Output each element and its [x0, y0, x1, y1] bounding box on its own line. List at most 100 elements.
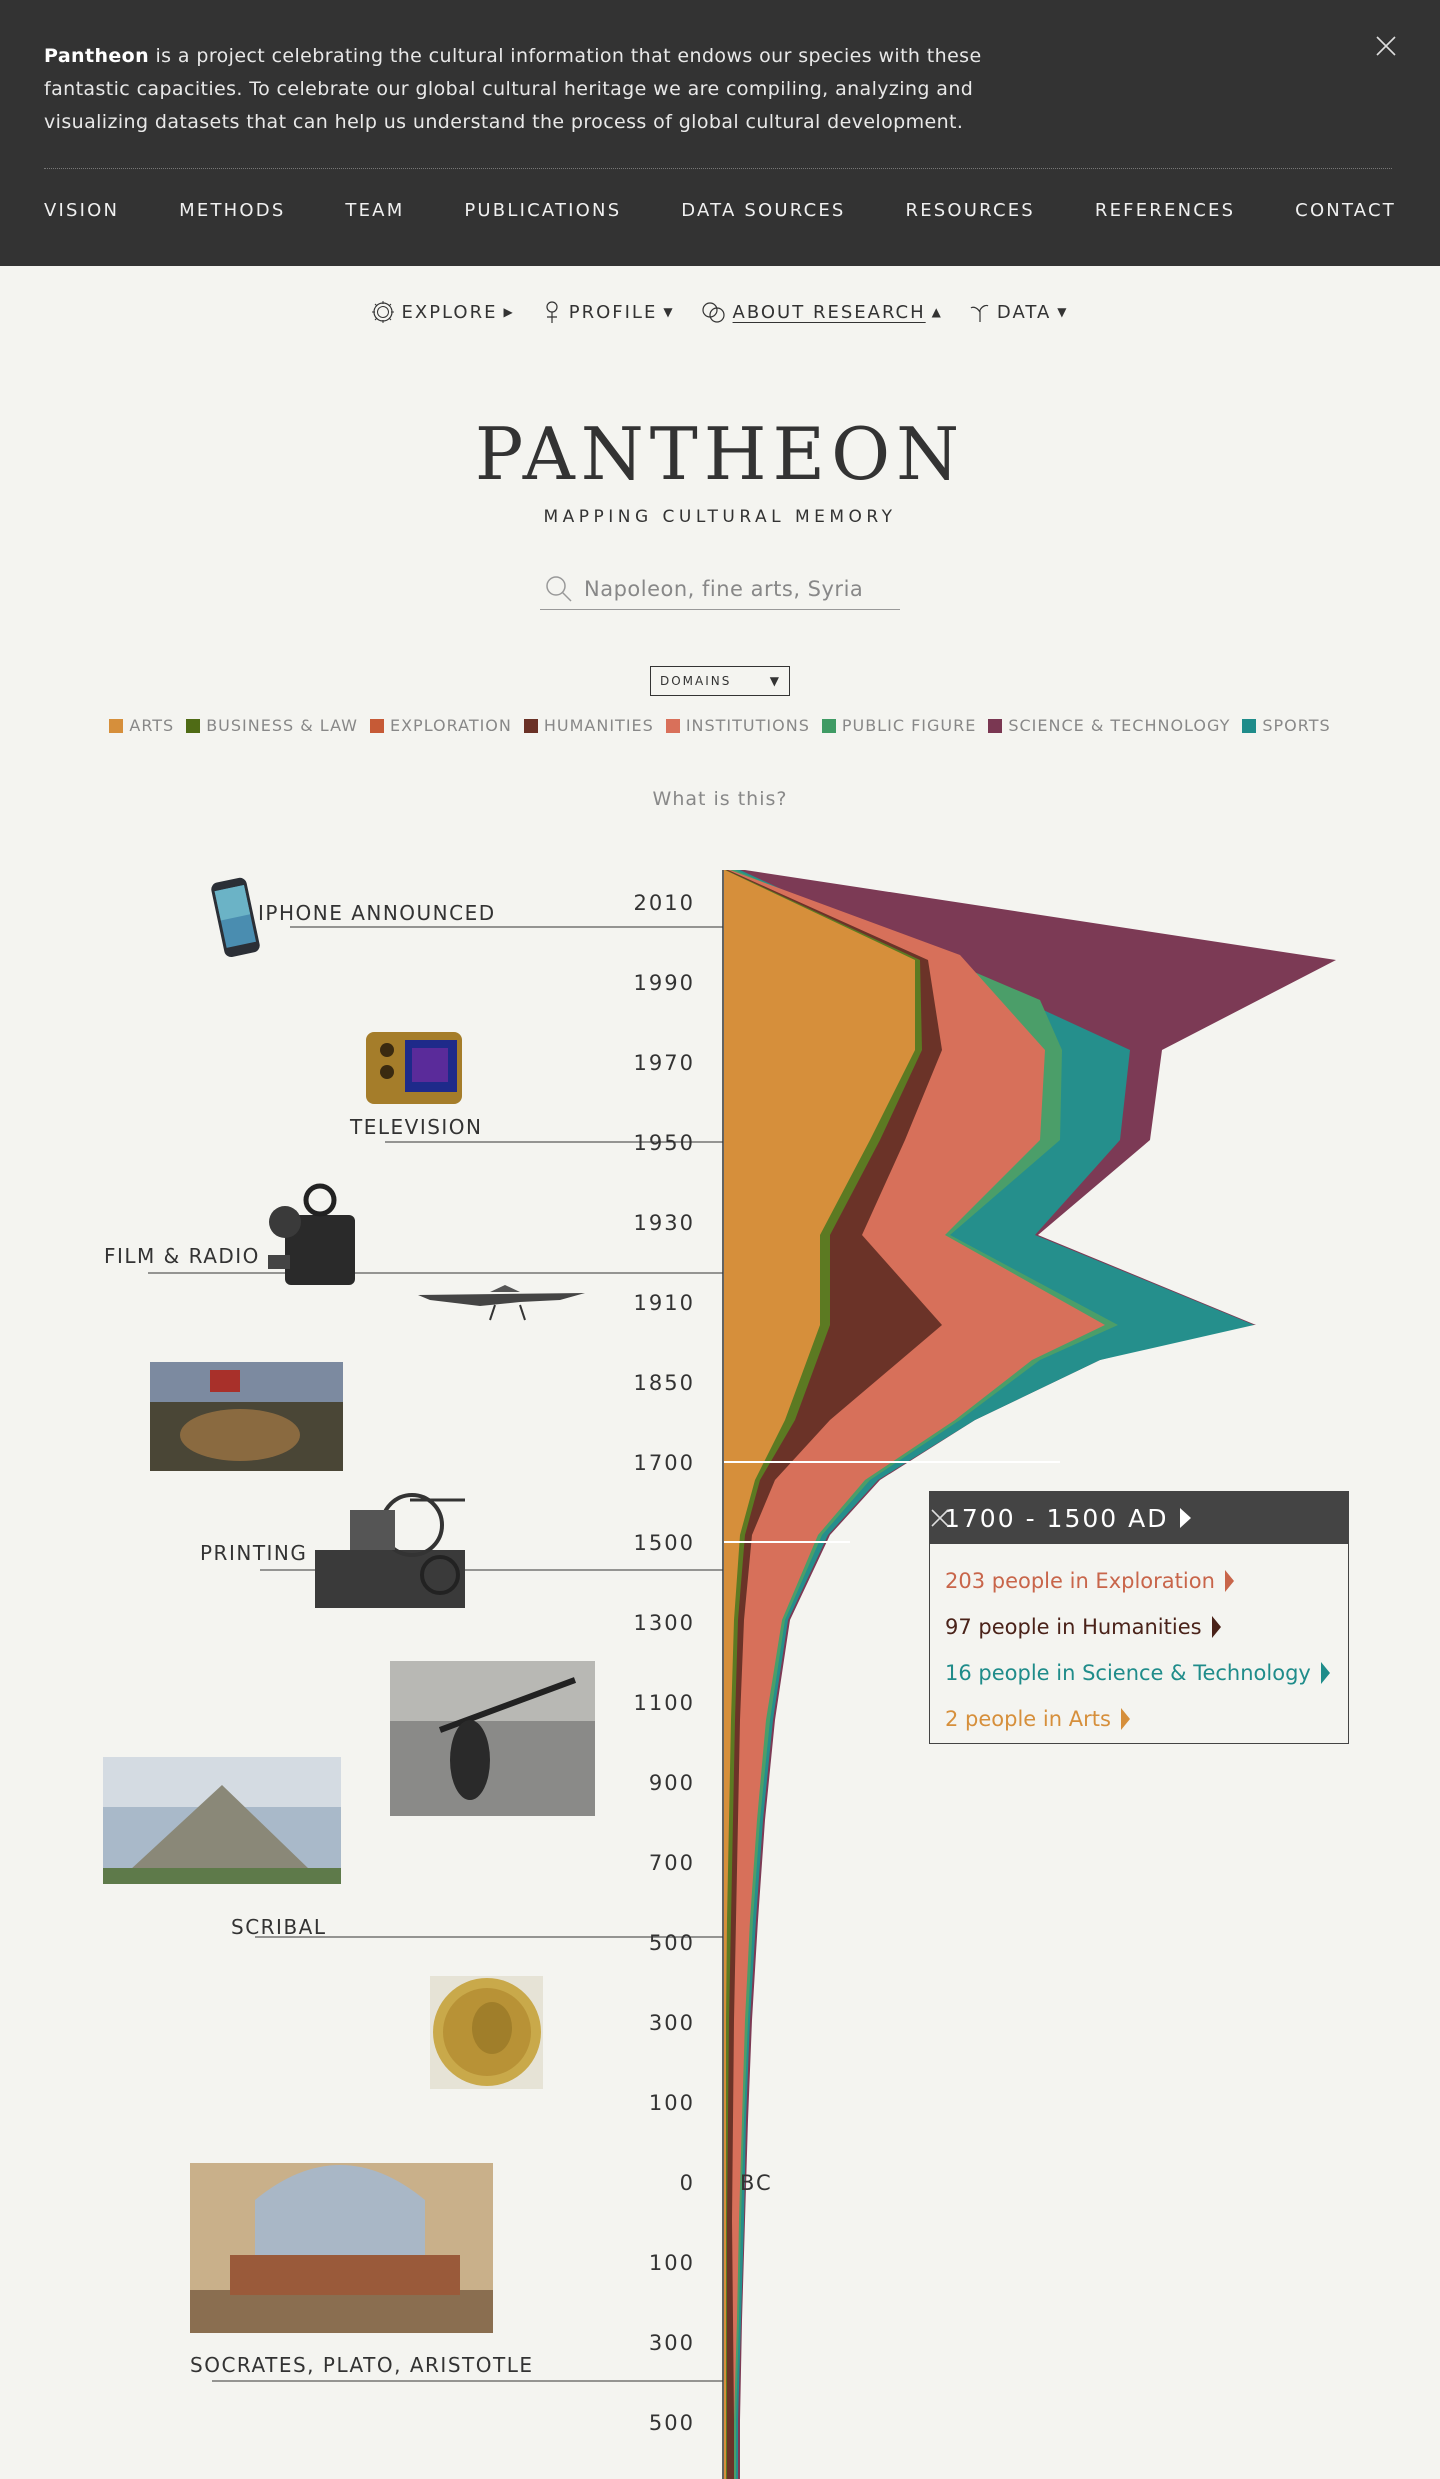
main-menu: EXPLORE ▶ PROFILE ▼ ABOUT RESEARCH ▲ DAT… [0, 300, 1440, 324]
menu-about-research[interactable]: ABOUT RESEARCH ▲ [701, 300, 943, 324]
compass-icon [372, 301, 395, 323]
banner-intro-text: is a project celebrating the cultural in… [44, 45, 982, 133]
tooltip-item-humanities[interactable]: 97 people in Humanities [945, 1604, 1348, 1650]
banner-nav: VISION METHODS TEAM PUBLICATIONS DATA SO… [44, 200, 1396, 221]
search-input[interactable] [584, 576, 884, 601]
tooltip-item-label: 203 people in Exploration [945, 1569, 1215, 1593]
arrow-right-icon [1211, 1616, 1221, 1638]
astronomer-photo-image[interactable] [390, 1661, 595, 1816]
menu-profile-label: PROFILE [568, 301, 658, 323]
banner-divider [44, 168, 1392, 169]
tooltip-item-science-technology[interactable]: 16 people in Science & Technology [945, 1650, 1348, 1696]
timeline-chart: 2010 1990 1970 1950 1930 1910 1850 1700 1500 1300… [0, 860, 1440, 2479]
year-label: 1910 [634, 1291, 695, 1315]
legend-item-science-technology[interactable]: SCIENCE & TECHNOLOGY [988, 716, 1230, 735]
legend-label: BUSINESS & LAW [206, 716, 358, 735]
research-icon [701, 302, 725, 323]
close-icon[interactable] [930, 1508, 950, 1528]
tooltip-title: 1700 - 1500 AD [944, 1503, 1169, 1533]
event-socrates-plato-aristotle[interactable]: SOCRATES, PLATO, ARISTOTLE [190, 2353, 533, 2377]
legend-item-exploration[interactable]: EXPLORATION [369, 716, 512, 735]
year-label: 1990 [634, 971, 695, 995]
bc-label: BC [740, 2171, 773, 2195]
legend-swatch [186, 718, 201, 733]
domains-select[interactable]: DOMAINS ▼ [650, 666, 790, 696]
legend-item-arts[interactable]: ARTS [109, 716, 174, 735]
legend-swatch [523, 718, 538, 733]
coin-image[interactable] [430, 1976, 543, 2089]
nav-contact[interactable]: CONTACT [1295, 200, 1396, 221]
menu-data-label: DATA [996, 301, 1052, 323]
year-label: 1100 [634, 1691, 695, 1715]
event-scribal[interactable]: SCRIBAL [231, 1915, 327, 1939]
year-labels: 2010 1990 1970 1950 1930 1910 1850 1700 1500 1300… [634, 891, 695, 2435]
television-image[interactable] [366, 1032, 462, 1104]
tooltip-item-label: 97 people in Humanities [945, 1615, 1202, 1639]
tooltip-item-label: 16 people in Science & Technology [945, 1661, 1311, 1685]
legend-label: EXPLORATION [389, 716, 512, 735]
nav-vision[interactable]: VISION [44, 200, 119, 221]
film-camera-image[interactable] [268, 1183, 355, 1285]
about-banner: Pantheon is a project celebrating the cu… [0, 0, 1440, 266]
school-of-athens-image[interactable] [190, 2163, 493, 2333]
legend-item-sports[interactable]: SPORTS [1242, 716, 1330, 735]
nav-methods[interactable]: METHODS [179, 200, 285, 221]
nav-resources[interactable]: RESOURCES [906, 200, 1035, 221]
caret-down-icon: ▼ [769, 674, 781, 688]
menu-explore-label: EXPLORE [401, 301, 498, 323]
tooltip-header[interactable]: 1700 - 1500 AD [930, 1492, 1348, 1544]
event-television[interactable]: TELEVISION [349, 1115, 483, 1139]
legend-item-business-law[interactable]: BUSINESS & LAW [186, 716, 358, 735]
year-label: 1500 [634, 1531, 695, 1555]
caret-up-icon: ▲ [931, 305, 943, 319]
event-film-radio[interactable]: FILM & RADIO [104, 1244, 260, 1268]
printing-press-image[interactable] [315, 1493, 465, 1608]
site-logo[interactable]: PANTHEON [0, 412, 1440, 496]
arrow-right-icon [1120, 1708, 1130, 1730]
nav-team[interactable]: TEAM [345, 200, 404, 221]
nav-publications[interactable]: PUBLICATIONS [464, 200, 621, 221]
menu-data[interactable]: DATA ▼ [969, 300, 1069, 324]
legend-item-public-figure[interactable]: PUBLIC FIGURE [821, 716, 976, 735]
legend-label: INSTITUTIONS [685, 716, 810, 735]
year-label: 1950 [634, 1131, 695, 1155]
tooltip-item-exploration[interactable]: 203 people in Exploration [945, 1558, 1348, 1604]
year-label: 1930 [634, 1211, 695, 1235]
year-label: 900 [649, 1771, 695, 1795]
year-label: 1850 [634, 1371, 695, 1395]
year-label: 1970 [634, 1051, 695, 1075]
legend-label: SCIENCE & TECHNOLOGY [1008, 716, 1231, 735]
event-printing[interactable]: PRINTING [200, 1541, 307, 1565]
year-label: 100 [649, 2251, 695, 2275]
tooltip-item-label: 2 people in Arts [945, 1707, 1111, 1731]
smartphone-image[interactable] [210, 877, 261, 959]
event-iphone[interactable]: IPHONE ANNOUNCED [258, 901, 496, 925]
domain-legend: ARTS BUSINESS & LAW EXPLORATION HUMANITIES I… [0, 716, 1440, 735]
nav-references[interactable]: REFERENCES [1095, 200, 1235, 221]
year-label: 700 [649, 1851, 695, 1875]
menu-explore[interactable]: EXPLORE ▶ [371, 300, 514, 324]
year-label: 500 [649, 2411, 695, 2435]
year-label: 1700 [634, 1451, 695, 1475]
tooltip-item-arts[interactable]: 2 people in Arts [945, 1696, 1348, 1742]
period-tooltip: 1700 - 1500 AD 203 people in Exploration… [929, 1491, 1349, 1744]
year-label: 2010 [634, 891, 695, 915]
year-label: 1300 [634, 1611, 695, 1635]
banner-intro: Pantheon is a project celebrating the cu… [44, 40, 1044, 139]
person-icon [546, 301, 558, 323]
what-is-this-link[interactable]: What is this? [0, 788, 1440, 810]
legend-label: SPORTS [1262, 716, 1331, 735]
legend-item-institutions[interactable]: INSTITUTIONS [665, 716, 810, 735]
close-icon[interactable] [1374, 34, 1398, 58]
year-label: 300 [649, 2011, 695, 2035]
banner-intro-bold: Pantheon [44, 45, 150, 67]
pyramid-photo-image[interactable] [103, 1757, 341, 1884]
legend-item-humanities[interactable]: HUMANITIES [523, 716, 654, 735]
tooltip-list: 203 people in Exploration 97 people in H… [930, 1544, 1348, 1742]
legend-label: ARTS [129, 716, 175, 735]
airplane-image[interactable] [418, 1285, 585, 1321]
liberty-painting-image[interactable] [150, 1362, 343, 1471]
menu-profile[interactable]: PROFILE ▼ [541, 300, 675, 324]
legend-swatch [1242, 718, 1257, 733]
nav-data-sources[interactable]: DATA SOURCES [681, 200, 845, 221]
